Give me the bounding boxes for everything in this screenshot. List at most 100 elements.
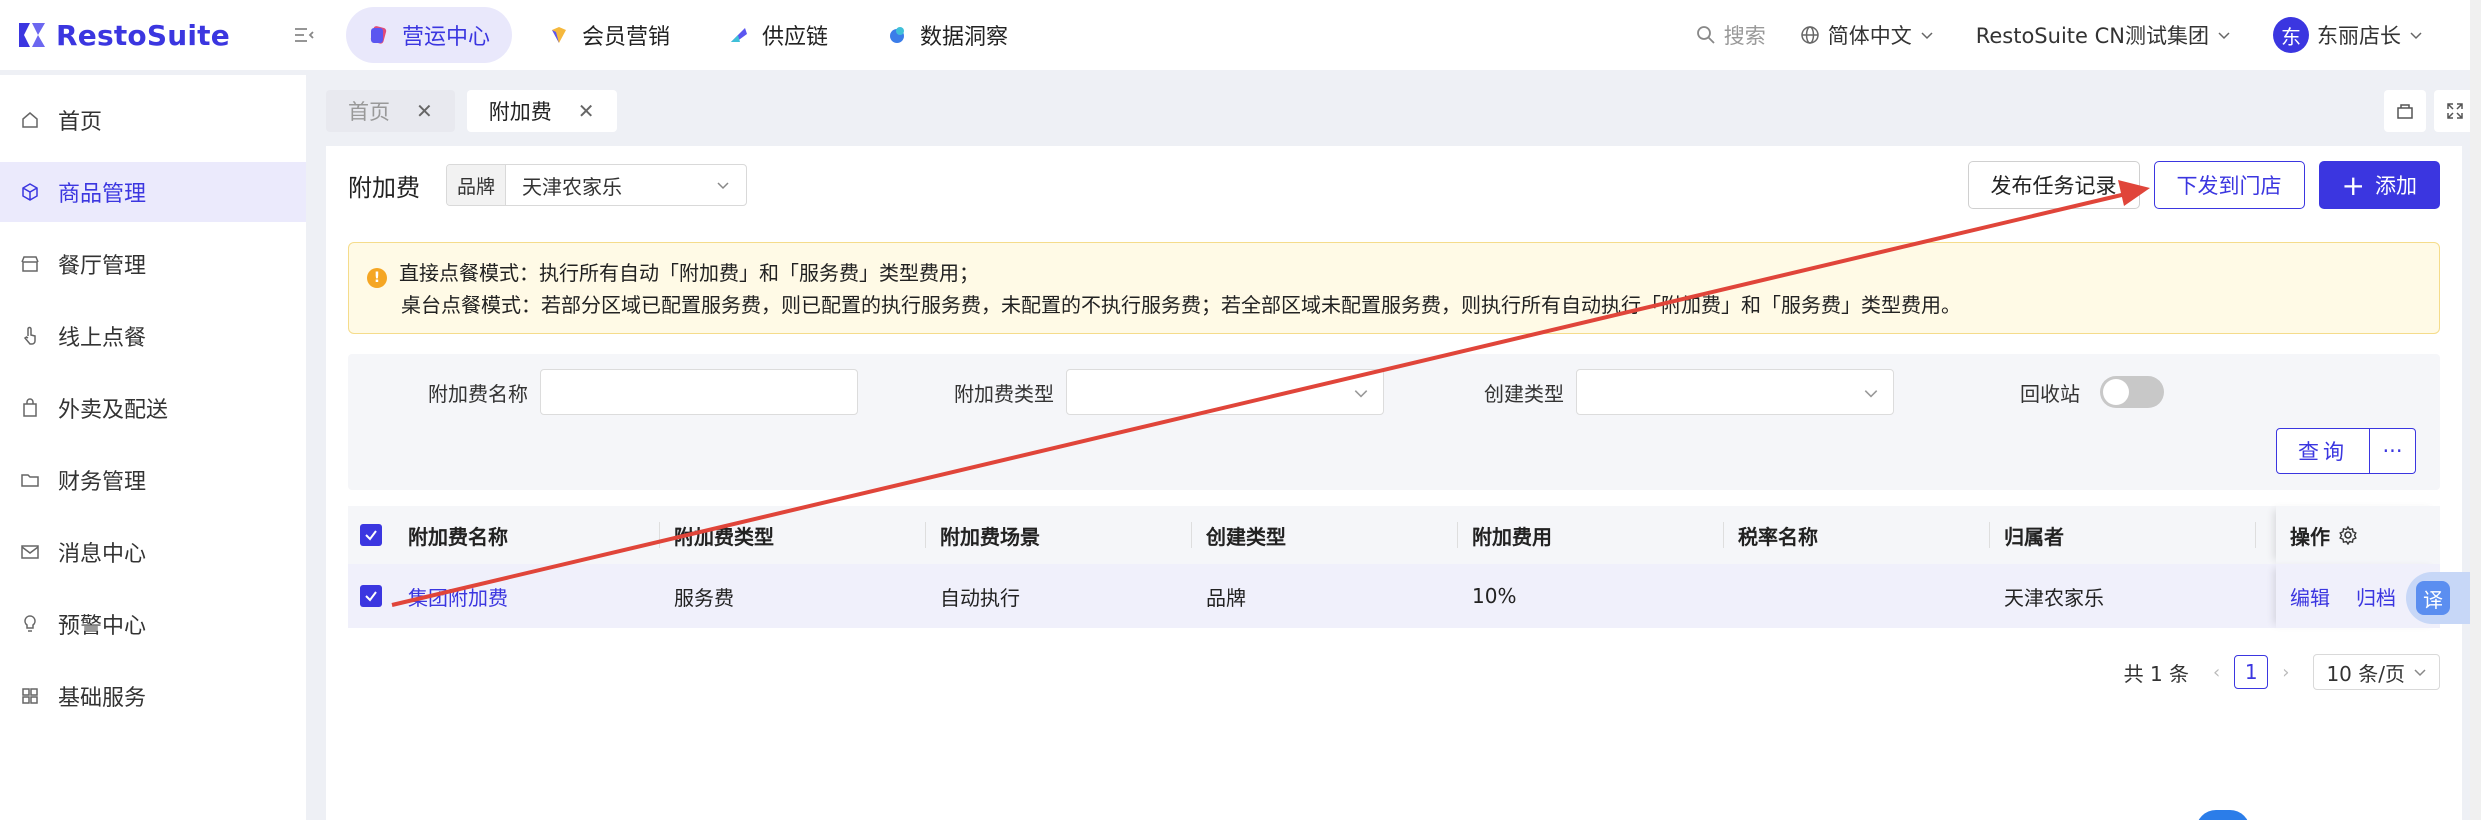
surcharge-name-link[interactable]: 集团附加费 bbox=[408, 582, 508, 611]
toggle-knob bbox=[2103, 379, 2129, 405]
top-right-area: 搜索 简体中文 RestoSuite CN测试集团 东 东丽店长 bbox=[1662, 0, 2481, 70]
sidebar-item-restaurant-management[interactable]: 餐厅管理 bbox=[0, 234, 306, 294]
page-title: 附加费 bbox=[348, 173, 420, 202]
edit-link[interactable]: 编辑 bbox=[2290, 582, 2330, 611]
top-bar: RestoSuite 营运中心 会员营销 供应链 数据洞察 搜索 简体中文 Re… bbox=[0, 0, 2481, 70]
row-checkbox[interactable] bbox=[360, 585, 382, 607]
logo-mark-icon bbox=[19, 23, 45, 47]
query-button[interactable]: 查询 bbox=[2276, 428, 2370, 474]
user-menu[interactable]: 东 东丽店长 bbox=[2273, 17, 2431, 53]
table-cell: 自动执行 bbox=[940, 585, 1020, 610]
info-alert: ! 直接点餐模式：执行所有自动「附加费」和「服务费」类型费用； 桌台点餐模式：若部… bbox=[348, 242, 2440, 334]
sidebar-item-product-management[interactable]: 商品管理 bbox=[0, 162, 306, 222]
tab-label: 首页 bbox=[348, 100, 390, 124]
table-row: 集团附加费 服务费 自动执行 品牌 10% 天津农家乐 编辑 归档 bbox=[348, 564, 2440, 628]
sidebar-item-delivery[interactable]: 外卖及配送 bbox=[0, 378, 306, 438]
sidebar-item-online-ordering[interactable]: 线上点餐 bbox=[0, 306, 306, 366]
check-icon bbox=[365, 530, 377, 541]
page-tabs: 首页 ✕ 附加费 ✕ bbox=[326, 90, 629, 132]
select-all-checkbox[interactable] bbox=[360, 524, 382, 546]
chevron-down-icon bbox=[1354, 390, 1368, 398]
filter-recycle-bin: 回收站 bbox=[2020, 368, 2164, 416]
column-header: 附加费场景 bbox=[926, 506, 1192, 564]
chevron-down-icon bbox=[2218, 32, 2230, 40]
tab-surcharge[interactable]: 附加费 ✕ bbox=[466, 90, 617, 132]
sidebar-item-alert-center[interactable]: 预警中心 bbox=[0, 594, 306, 654]
hand-pointer-icon bbox=[23, 326, 36, 345]
close-icon[interactable]: ✕ bbox=[578, 99, 595, 123]
plus-icon: + bbox=[2341, 168, 2365, 202]
language-label: 简体中文 bbox=[1827, 24, 1912, 48]
surcharge-type-select[interactable] bbox=[1066, 369, 1384, 415]
dispatch-to-store-button[interactable]: 下发到门店 bbox=[2153, 161, 2305, 209]
query-group: 查询 ··· bbox=[2276, 428, 2416, 474]
brand-label: 品牌 bbox=[447, 165, 507, 205]
gear-icon[interactable] bbox=[2338, 525, 2358, 545]
sidebar-item-home[interactable]: 首页 bbox=[0, 90, 306, 150]
sidebar-item-basic-services[interactable]: 基础服务 bbox=[0, 666, 306, 726]
filter-type: 附加费类型 bbox=[954, 368, 1384, 416]
page-size-select[interactable]: 10 条/页 bbox=[2313, 654, 2440, 690]
more-filters-button[interactable]: ··· bbox=[2370, 428, 2416, 474]
language-selector[interactable]: 简体中文 bbox=[1800, 20, 1942, 50]
logo[interactable]: RestoSuite bbox=[16, 19, 276, 52]
sidebar-item-label: 预警中心 bbox=[58, 614, 147, 639]
recycle-bin-toggle[interactable] bbox=[2100, 376, 2164, 408]
tab-label: 附加费 bbox=[488, 100, 552, 124]
create-type-select[interactable] bbox=[1576, 369, 1894, 415]
chevron-down-icon bbox=[2414, 669, 2426, 677]
brand-selector[interactable]: 品牌 天津农家乐 bbox=[446, 164, 748, 206]
avatar: 东 bbox=[2273, 17, 2309, 53]
sidebar-item-label: 财务管理 bbox=[58, 470, 147, 495]
next-page-icon[interactable]: › bbox=[2282, 662, 2289, 683]
column-header: 归属者 bbox=[1990, 506, 2256, 564]
pagination-total: 共 1 条 bbox=[2123, 661, 2190, 686]
global-search[interactable]: 搜索 bbox=[1696, 20, 1766, 50]
group-selector[interactable]: RestoSuite CN测试集团 bbox=[1976, 20, 2239, 50]
topnav-label: 数据洞察 bbox=[920, 25, 1009, 50]
member-marketing-icon bbox=[552, 27, 567, 43]
tab-home[interactable]: 首页 ✕ bbox=[326, 90, 455, 132]
filter-name: 附加费名称 bbox=[428, 368, 858, 416]
add-button-label: 添加 bbox=[2375, 174, 2417, 198]
close-icon[interactable]: ✕ bbox=[416, 99, 433, 123]
page-size-label: 10 条/页 bbox=[2326, 661, 2405, 686]
sidebar-item-message-center[interactable]: 消息中心 bbox=[0, 522, 306, 582]
topnav-ops-center[interactable]: 营运中心 bbox=[346, 7, 513, 63]
group-label: RestoSuite CN测试集团 bbox=[1975, 24, 2209, 48]
add-button[interactable]: + 添加 bbox=[2318, 161, 2440, 209]
column-header: 附加费用 bbox=[1458, 506, 1724, 564]
filter-label: 创建类型 bbox=[1484, 381, 1564, 406]
filter-label: 附加费类型 bbox=[954, 381, 1054, 406]
sidebar-item-finance[interactable]: 财务管理 bbox=[0, 450, 306, 510]
topnav-data-insight[interactable]: 数据洞察 bbox=[864, 7, 1030, 63]
scrollbar[interactable] bbox=[2470, 0, 2481, 820]
filter-create-type: 创建类型 bbox=[1484, 368, 1894, 416]
ops-center-icon bbox=[370, 26, 387, 44]
prev-page-icon[interactable]: ‹ bbox=[2213, 662, 2220, 683]
brand-value: 天津农家乐 bbox=[506, 165, 746, 205]
translate-button[interactable]: 译 bbox=[2406, 572, 2476, 624]
page-number-current[interactable]: 1 bbox=[2234, 655, 2269, 689]
tab-tools bbox=[2376, 90, 2476, 132]
chevron-down-icon bbox=[2410, 32, 2422, 40]
sidebar: 首页 商品管理 餐厅管理 线上点餐 外卖及配送 财务管理 消息中心 预警中心 基… bbox=[0, 75, 306, 820]
chevron-down-icon bbox=[1864, 390, 1878, 398]
brand-value-text: 天津农家乐 bbox=[522, 174, 623, 199]
tab-manage-button[interactable] bbox=[2384, 90, 2426, 132]
table-cell: 品牌 bbox=[1206, 585, 1246, 610]
pagination: 共 1 条 ‹ 1 › 10 条/页 bbox=[2124, 654, 2440, 690]
user-name: 东丽店长 bbox=[2317, 24, 2401, 48]
publish-log-button[interactable]: 发布任务记录 bbox=[1967, 161, 2140, 209]
mail-icon bbox=[21, 545, 39, 559]
topnav-member-marketing[interactable]: 会员营销 bbox=[526, 7, 692, 63]
topnav-supply-chain[interactable]: 供应链 bbox=[706, 7, 850, 63]
archive-link[interactable]: 归档 bbox=[2356, 582, 2396, 611]
row-select-cell bbox=[348, 564, 394, 628]
filter-label: 附加费名称 bbox=[428, 381, 528, 406]
tabs-icon bbox=[2397, 104, 2413, 119]
menu-collapse-icon[interactable] bbox=[292, 23, 316, 47]
table-cell bbox=[1724, 564, 1990, 628]
surcharge-name-input[interactable] bbox=[540, 369, 858, 415]
expand-icon bbox=[2447, 103, 2463, 119]
